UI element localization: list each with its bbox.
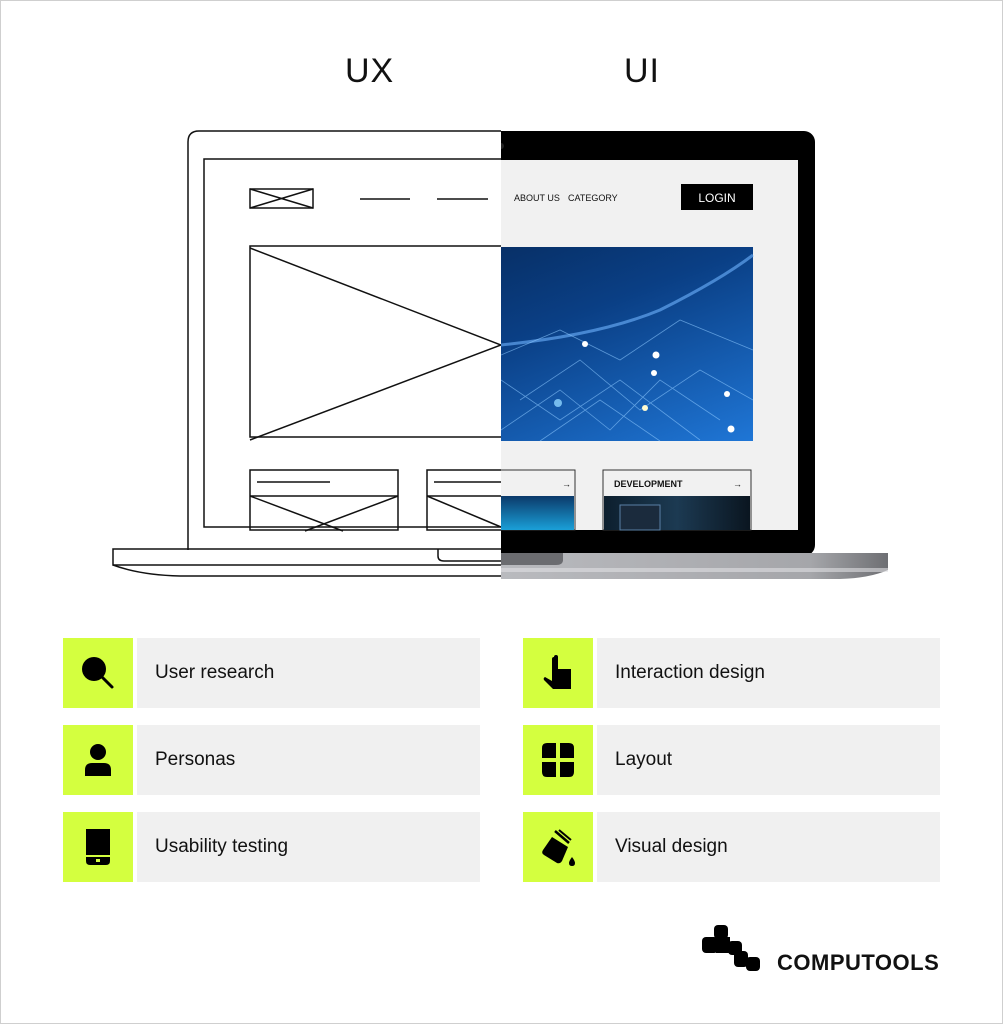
hero-node <box>554 399 562 407</box>
brand-name: COMPUTOOLS <box>777 950 940 975</box>
feature-user-research: User research <box>63 638 480 708</box>
ui-card-development[interactable]: DEVELOPMENT → <box>602 469 752 531</box>
feature-label-box: Layout <box>597 725 940 795</box>
feature-icon-box <box>523 812 593 882</box>
feature-icon-box <box>523 725 593 795</box>
hero-node <box>642 405 648 411</box>
ui-mockup: ABOUT US CATEGORY LOGIN → DEVELOPMENT → <box>427 131 888 579</box>
camera-icon <box>501 143 504 149</box>
feature-layout: Layout <box>523 725 940 795</box>
ui-card-1[interactable]: → <box>427 469 576 531</box>
paint-bucket-icon <box>542 829 575 866</box>
hero-node <box>651 370 657 376</box>
feature-label: User research <box>155 662 275 683</box>
feature-label: Personas <box>155 749 236 770</box>
feature-label-box: User research <box>137 638 480 708</box>
login-button[interactable]: LOGIN <box>681 184 753 210</box>
feature-label: Visual design <box>615 836 728 857</box>
feature-interaction-design: Interaction design <box>523 638 940 708</box>
hero-node <box>582 341 588 347</box>
mobile-device-icon <box>86 829 110 865</box>
feature-icon-box <box>523 638 593 708</box>
computools-logo-icon <box>702 925 760 971</box>
hero-node <box>727 425 735 433</box>
hero-node <box>652 351 660 359</box>
arrow-right-icon: → <box>562 479 571 489</box>
pointer-hand-icon <box>543 655 571 689</box>
feature-icon-box <box>63 812 133 882</box>
wireframe-card <box>249 469 399 532</box>
feature-label: Interaction design <box>615 662 765 683</box>
nav-category[interactable]: CATEGORY <box>568 193 618 203</box>
wireframe-logo-placeholder <box>249 188 314 209</box>
nav-about-us[interactable]: ABOUT US <box>514 193 560 203</box>
card-label: DEVELOPMENT <box>614 479 683 489</box>
laptop-base <box>501 553 888 579</box>
grid-layout-icon <box>542 743 574 777</box>
login-button-label: LOGIN <box>698 191 735 205</box>
feature-label-box: Personas <box>137 725 480 795</box>
laptop-illustration: ABOUT US CATEGORY LOGIN → DEVELOPMENT → <box>112 130 888 579</box>
person-icon <box>85 744 111 776</box>
feature-personas: Personas <box>63 725 480 795</box>
search-icon <box>82 657 114 689</box>
feature-visual-design: Visual design <box>523 812 940 882</box>
hero-node <box>724 391 730 397</box>
feature-label-box: Interaction design <box>597 638 940 708</box>
feature-label: Layout <box>615 749 673 770</box>
feature-label-box: Visual design <box>597 812 940 882</box>
feature-icon-box <box>63 638 133 708</box>
feature-label-box: Usability testing <box>137 812 480 882</box>
feature-usability-testing: Usability testing <box>63 812 480 882</box>
feature-label: Usability testing <box>155 836 289 857</box>
arrow-right-icon: → <box>733 479 742 489</box>
feature-icon-box <box>63 725 133 795</box>
